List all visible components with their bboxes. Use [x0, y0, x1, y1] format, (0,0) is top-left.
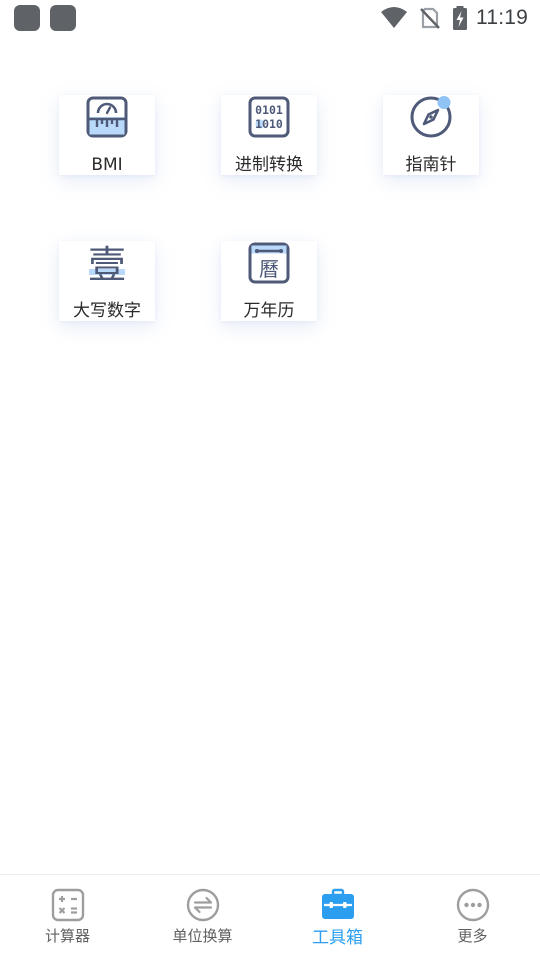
tool-label: 进制转换	[235, 155, 303, 175]
svg-text:0101: 0101	[255, 103, 283, 117]
compass-icon	[410, 96, 452, 138]
notification-app-icon	[50, 5, 76, 31]
notification-app-icon	[14, 5, 40, 31]
screen: 11:19 BMI 0101 1010 进制转换 指南针 壹 大写数字 曆 万年…	[0, 0, 540, 960]
calculator-icon	[51, 888, 84, 922]
svg-text:壹: 壹	[88, 243, 126, 285]
nav-tab-unit-convert[interactable]: 单位换算	[135, 875, 270, 960]
tool-bmi[interactable]: BMI	[59, 95, 155, 175]
nav-tab-toolbox[interactable]: 工具箱	[270, 875, 405, 960]
status-indicators: 11:19	[380, 4, 528, 32]
tool-label: 万年历	[243, 301, 295, 321]
tool-binary-convert[interactable]: 0101 1010 进制转换	[221, 95, 317, 175]
chinese-numeral-icon: 壹	[88, 243, 126, 285]
bottom-nav: 计算器 单位换算 工具箱 更多	[0, 874, 540, 960]
tool-label: BMI	[91, 155, 123, 175]
status-bar: 11:19	[0, 0, 540, 36]
tool-calendar[interactable]: 曆 万年历	[221, 241, 317, 321]
binary-convert-icon: 0101 1010	[248, 96, 290, 138]
toolbox-icon	[321, 888, 354, 919]
tool-chinese-numeral[interactable]: 壹 大写数字	[59, 241, 155, 321]
nav-label: 计算器	[44, 927, 90, 945]
calendar-icon: 曆	[248, 242, 290, 284]
nav-label: 单位换算	[172, 927, 233, 945]
battery-charging-icon	[453, 6, 467, 30]
more-icon	[456, 888, 489, 922]
no-sim-icon	[420, 7, 440, 29]
tool-label: 大写数字	[73, 301, 141, 321]
nav-label: 工具箱	[312, 928, 363, 948]
svg-text:1010: 1010	[255, 117, 283, 131]
tool-compass[interactable]: 指南针	[383, 95, 479, 175]
nav-label: 更多	[457, 927, 488, 945]
nav-tab-calculator[interactable]: 计算器	[0, 875, 135, 960]
wifi-icon	[381, 7, 407, 28]
status-time: 11:19	[476, 6, 528, 29]
tool-label: 指南针	[405, 155, 457, 175]
unit-convert-icon	[186, 888, 219, 922]
bmi-scale-icon	[86, 96, 128, 138]
svg-text:曆: 曆	[259, 257, 279, 281]
nav-tab-more[interactable]: 更多	[405, 875, 540, 960]
